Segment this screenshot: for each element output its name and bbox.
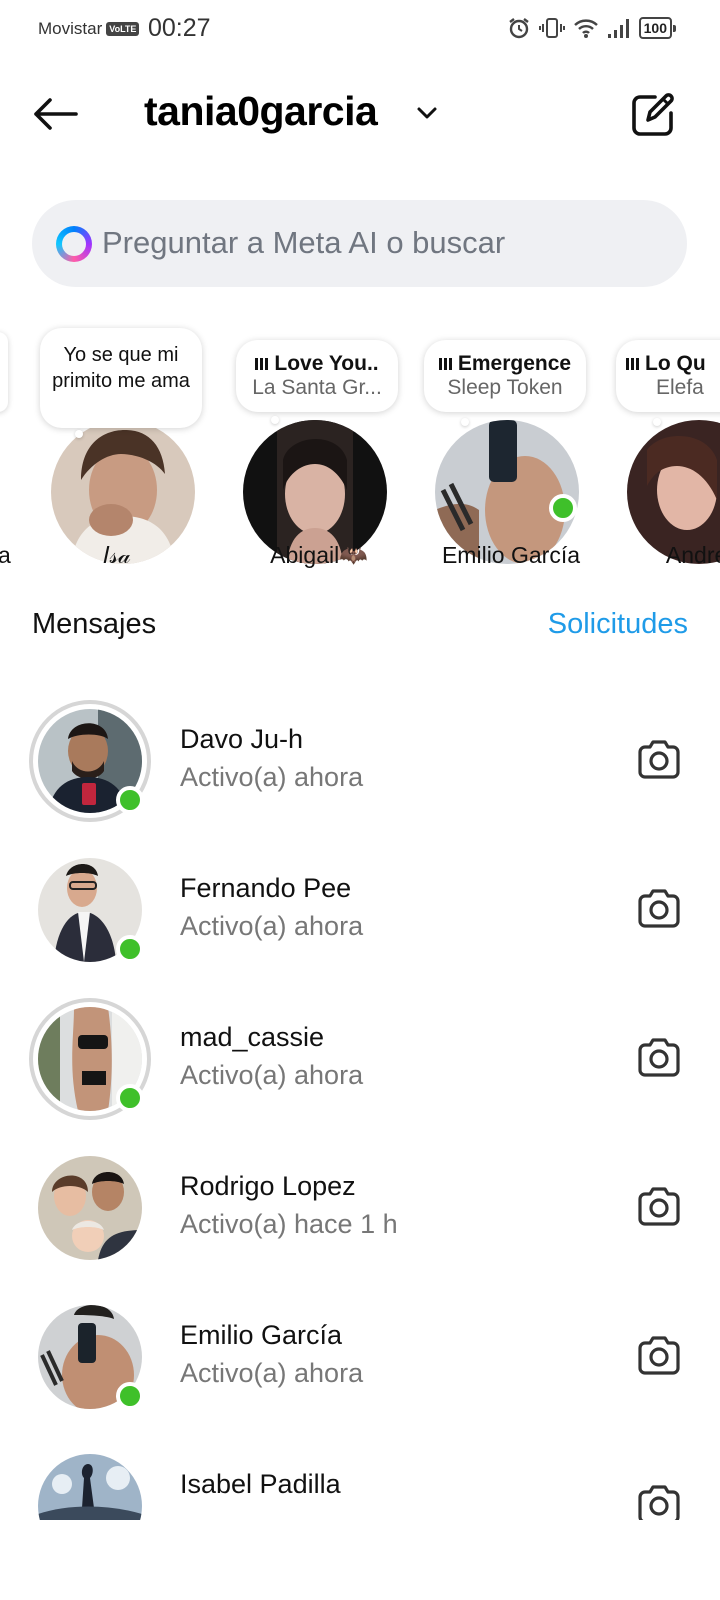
search-bar[interactable] bbox=[32, 200, 687, 287]
status-time: 00:27 bbox=[148, 14, 211, 42]
note-bubble[interactable]: Yo se que mi primito me ama bbox=[40, 328, 202, 428]
avatar[interactable] bbox=[38, 1454, 142, 1520]
alarm-icon bbox=[508, 18, 529, 39]
avatar-wrapper[interactable] bbox=[29, 1147, 151, 1269]
music-note-title: Lo Qu bbox=[626, 352, 720, 376]
bottom-area bbox=[0, 1520, 720, 1600]
carrier: Movistar VoLTE bbox=[38, 19, 140, 39]
meta-ai-icon bbox=[56, 226, 92, 262]
avatar[interactable] bbox=[38, 1156, 142, 1260]
contact-name: Emilio García bbox=[180, 1320, 343, 1350]
note-bubble[interactable]: Emergence Sleep Token bbox=[424, 340, 586, 412]
activity-status: Activo(a) ahora bbox=[180, 911, 364, 941]
message-row[interactable]: Fernando Pee Activo(a) ahora bbox=[0, 849, 720, 999]
contact-name: Isabel Padilla bbox=[180, 1469, 341, 1499]
note-item[interactable]: Emergence Sleep Token Emilio García bbox=[411, 320, 591, 580]
activity-status: Activo(a) ahora bbox=[180, 1060, 364, 1090]
contact-name: Davo Ju-h bbox=[180, 724, 304, 754]
note-item[interactable]: Love You.. La Santa Gr... Abigail🦇 bbox=[219, 320, 399, 580]
camera-icon[interactable] bbox=[636, 1334, 682, 1376]
online-indicator bbox=[116, 786, 144, 814]
avatar-wrapper[interactable] bbox=[29, 1445, 151, 1520]
activity-status: Activo(a) ahora bbox=[180, 762, 364, 792]
message-row[interactable]: mad_cassie Activo(a) ahora bbox=[0, 998, 720, 1148]
online-indicator bbox=[549, 494, 577, 522]
vibrate-icon bbox=[538, 18, 565, 38]
music-title-text: Emergence bbox=[457, 352, 572, 375]
partial-note-bubble bbox=[0, 332, 8, 412]
contact-name: Fernando Pee bbox=[180, 873, 352, 903]
back-arrow-icon[interactable] bbox=[30, 94, 80, 134]
bubble-tail bbox=[75, 430, 83, 438]
music-note-title: Emergence bbox=[434, 352, 576, 376]
music-bars-icon bbox=[626, 358, 639, 370]
music-bars-icon bbox=[438, 358, 452, 370]
header: tania0garcia bbox=[0, 80, 720, 150]
account-switcher[interactable]: tania0garcia bbox=[144, 88, 378, 135]
online-indicator bbox=[116, 935, 144, 963]
note-bubble[interactable]: Lo Qu Elefa bbox=[616, 340, 720, 412]
note-text: Yo se que mi primito me ama bbox=[52, 344, 190, 392]
note-bubble[interactable]: Love You.. La Santa Gr... bbox=[236, 340, 398, 412]
note-username: Andrea bbox=[665, 542, 720, 568]
status-bar: Movistar VoLTE 00:27 100 bbox=[0, 0, 720, 60]
bubble-tail bbox=[653, 418, 661, 426]
status-icons: 100 bbox=[507, 16, 677, 40]
message-row[interactable]: Davo Ju-h Activo(a) ahora bbox=[0, 700, 720, 850]
message-row[interactable]: Isabel Padilla bbox=[0, 1445, 720, 1520]
music-note-title: Love You.. bbox=[246, 352, 388, 376]
music-bars-icon bbox=[255, 358, 269, 370]
message-list[interactable]: Davo Ju-h Activo(a) ahora Fernando Pee A… bbox=[0, 690, 720, 1520]
contact-name: mad_cassie bbox=[180, 1022, 325, 1052]
message-row[interactable]: Emilio García Activo(a) ahora bbox=[0, 1296, 720, 1446]
online-indicator bbox=[116, 1382, 144, 1410]
note-item[interactable]: Yo se que mi primito me ama 𝐼𝓈𝒶 bbox=[27, 320, 207, 580]
requests-link[interactable]: Solicitudes bbox=[548, 608, 688, 641]
bubble-tail bbox=[461, 418, 469, 426]
note-username: Abigail🦇 bbox=[270, 542, 368, 568]
music-title-text: Lo Qu bbox=[645, 352, 706, 375]
camera-icon[interactable] bbox=[636, 1036, 682, 1078]
online-indicator bbox=[116, 1084, 144, 1112]
camera-icon[interactable] bbox=[636, 1483, 682, 1520]
music-artist: Elefa bbox=[656, 376, 704, 399]
music-artist: La Santa Gr... bbox=[252, 376, 382, 399]
wifi-icon bbox=[573, 19, 598, 38]
camera-icon[interactable] bbox=[636, 1185, 682, 1227]
search-input[interactable] bbox=[102, 220, 662, 266]
messages-section-title: Mensajes bbox=[32, 608, 157, 640]
note-username: 𝐼𝓈𝒶 bbox=[103, 542, 131, 568]
note-username: Emilio García bbox=[441, 542, 581, 568]
compose-icon[interactable] bbox=[628, 90, 678, 140]
activity-status: Activo(a) hace 1 h bbox=[180, 1209, 398, 1239]
music-artist: Sleep Token bbox=[447, 376, 563, 399]
chevron-down-icon[interactable] bbox=[414, 100, 440, 126]
camera-icon[interactable] bbox=[636, 738, 682, 780]
battery-indicator: 100 bbox=[638, 17, 677, 39]
notes-row[interactable]: a Yo se que mi primito me ama 𝐼𝓈𝒶 Love Y… bbox=[0, 320, 720, 590]
carrier-name: Movistar bbox=[38, 19, 103, 38]
contact-name: Rodrigo Lopez bbox=[180, 1171, 356, 1201]
message-row[interactable]: Rodrigo Lopez Activo(a) hace 1 h bbox=[0, 1147, 720, 1297]
volte-badge: VoLTE bbox=[106, 22, 140, 36]
signal-icon bbox=[607, 19, 629, 38]
note-item[interactable]: Lo Qu Elefa Andrea bbox=[603, 320, 720, 580]
music-title-text: Love You.. bbox=[274, 352, 379, 375]
activity-status: Activo(a) ahora bbox=[180, 1358, 364, 1388]
bubble-tail bbox=[271, 416, 279, 424]
partial-note-name: a bbox=[0, 542, 11, 568]
camera-icon[interactable] bbox=[636, 887, 682, 929]
